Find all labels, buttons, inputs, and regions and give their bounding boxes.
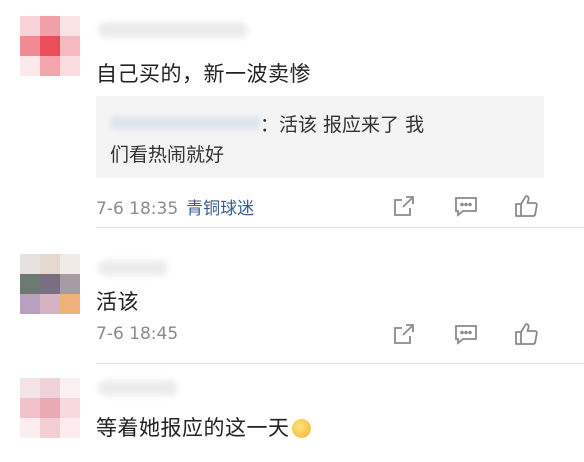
comment-text: 自己买的，新一波卖惨 (96, 62, 311, 86)
quoted-reply[interactable]: ：活该 报应来了 我们看热闹就好 (96, 96, 544, 178)
comment-actions (390, 192, 550, 220)
reply-button[interactable] (452, 192, 480, 220)
comment-text: 活该 (96, 290, 139, 314)
reply-button[interactable] (452, 320, 480, 348)
comment-meta: 7-6 18:35 青铜球迷 (96, 194, 254, 219)
share-button[interactable] (390, 192, 418, 220)
username-redacted[interactable] (98, 260, 168, 276)
comment-icon (455, 197, 477, 217)
username-link[interactable]: 青铜球迷 (186, 199, 254, 219)
avatar[interactable] (20, 16, 80, 76)
quoted-reply-text: ：活该 报应来了 我们看热闹就好 (110, 114, 425, 166)
comment-item: 自己买的，新一波卖惨 ：活该 报应来了 我们看热闹就好 7-6 18:35 青铜球… (0, 0, 584, 228)
username-redacted[interactable] (98, 22, 248, 38)
like-button[interactable] (512, 192, 540, 220)
timestamp: 7-6 18:35 (96, 199, 179, 219)
avatar[interactable] (20, 378, 80, 438)
comment-meta: 7-6 18:45 (96, 324, 178, 344)
comment-item: 活该 7-6 18:45 (0, 228, 584, 364)
timestamp: 7-6 18:45 (96, 324, 179, 344)
like-icon (515, 323, 538, 345)
avatar[interactable] (20, 254, 80, 314)
comment-item: 等着她报应的这一天 (0, 364, 584, 462)
comment-icon (455, 325, 477, 345)
comment-actions (390, 320, 550, 348)
comment-text: 等着她报应的这一天 (96, 412, 311, 442)
drool-emoji-icon (291, 419, 311, 438)
share-icon (394, 324, 414, 344)
like-button[interactable] (512, 320, 540, 348)
share-icon (394, 196, 414, 216)
username-redacted[interactable] (98, 380, 178, 396)
share-button[interactable] (390, 320, 418, 348)
like-icon (515, 195, 538, 217)
